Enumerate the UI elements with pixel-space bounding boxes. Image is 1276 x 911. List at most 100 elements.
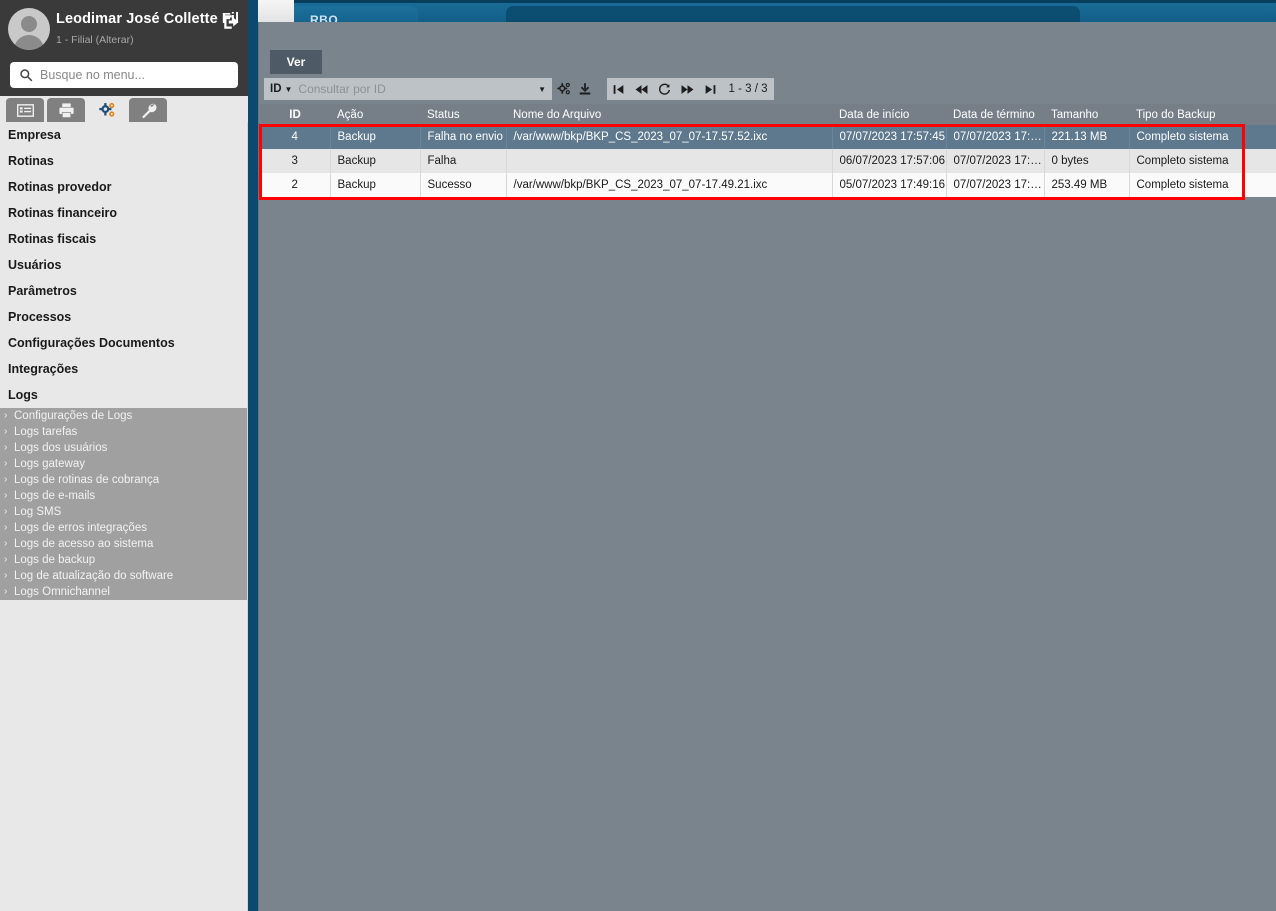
gears-icon [98,102,114,117]
submenu-item-logs-de-rotinas-de-cobranca[interactable]: › Logs de rotinas de cobrança [0,472,248,488]
submenu-item-label: Logs gateway [14,458,85,470]
cell-tipo: Completo sistema [1129,125,1276,149]
sidebar: Leodimar José Collette Fil 1 - Filial (A… [0,0,248,911]
chevron-right-icon: › [4,538,8,549]
pagination-count: 1 - 3 / 3 [722,78,774,100]
column-header-tipo-backup[interactable]: Tipo do Backup [1129,104,1276,125]
submenu-item-label: Log SMS [14,506,62,518]
submenu-item-logs-de-erros-integracoes[interactable]: › Logs de erros integrações [0,520,248,536]
query-dropdown-chevron-icon[interactable]: ▼ [538,85,546,94]
table-header-row: ID Ação Status Nome do Arquivo Data de i… [260,104,1276,125]
pagination-controls [607,78,722,100]
sidebar-item-configuracoes-documentos[interactable]: Configurações Documentos [0,330,248,356]
sidebar-menu: Empresa Rotinas Rotinas provedor Rotinas… [0,122,248,911]
submenu-item-label: Logs de rotinas de cobrança [14,474,160,486]
sidebar-item-rotinas-fiscais[interactable]: Rotinas fiscais [0,226,248,252]
submenu-item-label: Configurações de Logs [14,410,133,422]
main-content-panel: Ver ID ▼ ▼ [258,22,1276,911]
user-branch-label[interactable]: 1 - Filial (Alterar) [56,34,134,46]
cell-termino: 07/07/2023 17:58:35 [946,125,1045,149]
submenu-item-label: Logs Omnichannel [14,586,110,598]
sidebar-item-rotinas-provedor[interactable]: Rotinas provedor [0,174,248,200]
cell-status: Sucesso [420,173,507,197]
query-toolbar: ID ▼ ▼ [264,78,594,100]
backup-logs-table: ID Ação Status Nome do Arquivo Data de i… [260,104,1276,197]
sidebar-scrollbar[interactable] [247,122,248,911]
submenu-item-label: Logs de e-mails [14,490,96,502]
sidebar-tab-tools[interactable] [129,98,167,122]
submenu-item-label: Logs de backup [14,554,96,566]
cell-acao: Backup [330,149,421,173]
table-row[interactable]: 3 Backup Falha 06/07/2023 17:57:06 07/07… [260,149,1276,173]
sidebar-item-integracoes[interactable]: Integrações [0,356,248,382]
download-icon[interactable] [575,78,594,100]
submenu-item-label: Log de atualização do software [14,570,174,582]
column-header-nome-arquivo[interactable]: Nome do Arquivo [506,104,832,125]
gears-icon[interactable] [554,78,573,100]
cell-status: Falha [420,149,507,173]
table-row[interactable]: 4 Backup Falha no envio /var/www/bkp/BKP… [260,125,1276,149]
cell-tamanho: 221.13 MB [1044,125,1130,149]
sidebar-item-parametros[interactable]: Parâmetros [0,278,248,304]
sidebar-item-rotinas[interactable]: Rotinas [0,148,248,174]
printer-icon [58,102,74,118]
cell-arquivo: /var/www/bkp/BKP_CS_2023_07_07-17.49.21.… [506,173,833,197]
user-name: Leodimar José Collette Fil [56,11,240,27]
avatar-body [14,35,44,50]
column-header-data-inicio[interactable]: Data de início [832,104,946,125]
first-page-icon[interactable] [607,78,630,100]
menu-search-box[interactable] [10,62,238,88]
cell-tamanho: 0 bytes [1044,149,1130,173]
chevron-down-icon[interactable]: ▼ [285,85,293,94]
list-icon [16,103,34,117]
chevron-right-icon: › [4,410,8,421]
column-header-status[interactable]: Status [420,104,506,125]
previous-page-icon[interactable] [630,78,653,100]
submenu-item-log-sms[interactable]: › Log SMS [0,504,248,520]
submenu-item-logs-gateway[interactable]: › Logs gateway [0,456,248,472]
last-page-icon[interactable] [699,78,722,100]
cell-termino: 07/07/2023 17:57:10 [946,149,1045,173]
sidebar-tab-printer[interactable] [47,98,85,122]
cell-tamanho: 253.49 MB [1044,173,1130,197]
submenu-item-logs-omnichannel[interactable]: › Logs Omnichannel [0,584,248,600]
sidebar-item-rotinas-financeiro[interactable]: Rotinas financeiro [0,200,248,226]
submenu-item-logs-de-acesso-ao-sistema[interactable]: › Logs de acesso ao sistema [0,536,248,552]
column-header-data-termino[interactable]: Data de término [946,104,1044,125]
search-input[interactable] [40,68,220,82]
query-input[interactable] [298,82,499,96]
chevron-right-icon: › [4,554,8,565]
next-page-icon[interactable] [676,78,699,100]
cell-acao: Backup [330,173,421,197]
cell-tipo: Completo sistema [1129,149,1276,173]
chevron-right-icon: › [4,506,8,517]
column-header-tamanho[interactable]: Tamanho [1044,104,1129,125]
sidebar-item-empresa[interactable]: Empresa [0,122,248,148]
cell-inicio: 05/07/2023 17:49:16 [832,173,947,197]
submenu-item-label: Logs tarefas [14,426,78,438]
submenu-item-logs-tarefas[interactable]: › Logs tarefas [0,424,248,440]
column-header-id[interactable]: ID [260,104,330,125]
logout-icon[interactable] [222,13,240,31]
submenu-item-logs-de-backup[interactable]: › Logs de backup [0,552,248,568]
column-header-acao[interactable]: Ação [330,104,420,125]
sidebar-item-logs[interactable]: Logs [0,382,248,408]
submenu-item-log-de-atualizacao-do-software[interactable]: › Log de atualização do software [0,568,248,584]
submenu-item-logs-dos-usuarios[interactable]: › Logs dos usuários [0,440,248,456]
view-button[interactable]: Ver [270,50,322,74]
submenu-item-configuracoes-de-logs[interactable]: › Configurações de Logs [0,408,248,424]
chevron-right-icon: › [4,586,8,597]
table-row[interactable]: 2 Backup Sucesso /var/www/bkp/BKP_CS_202… [260,173,1276,197]
table-body: 4 Backup Falha no envio /var/www/bkp/BKP… [260,125,1276,197]
sidebar-tab-settings[interactable] [88,98,126,122]
chevron-right-icon: › [4,490,8,501]
sidebar-item-processos[interactable]: Processos [0,304,248,330]
submenu-item-logs-de-e-mails[interactable]: › Logs de e-mails [0,488,248,504]
chevron-right-icon: › [4,458,8,469]
query-field[interactable]: ID ▼ ▼ [264,78,552,100]
cell-tipo: Completo sistema [1129,173,1276,197]
sidebar-tab-list[interactable] [6,98,44,122]
sidebar-item-usuarios[interactable]: Usuários [0,252,248,278]
refresh-icon[interactable] [653,78,676,100]
chevron-right-icon: › [4,474,8,485]
